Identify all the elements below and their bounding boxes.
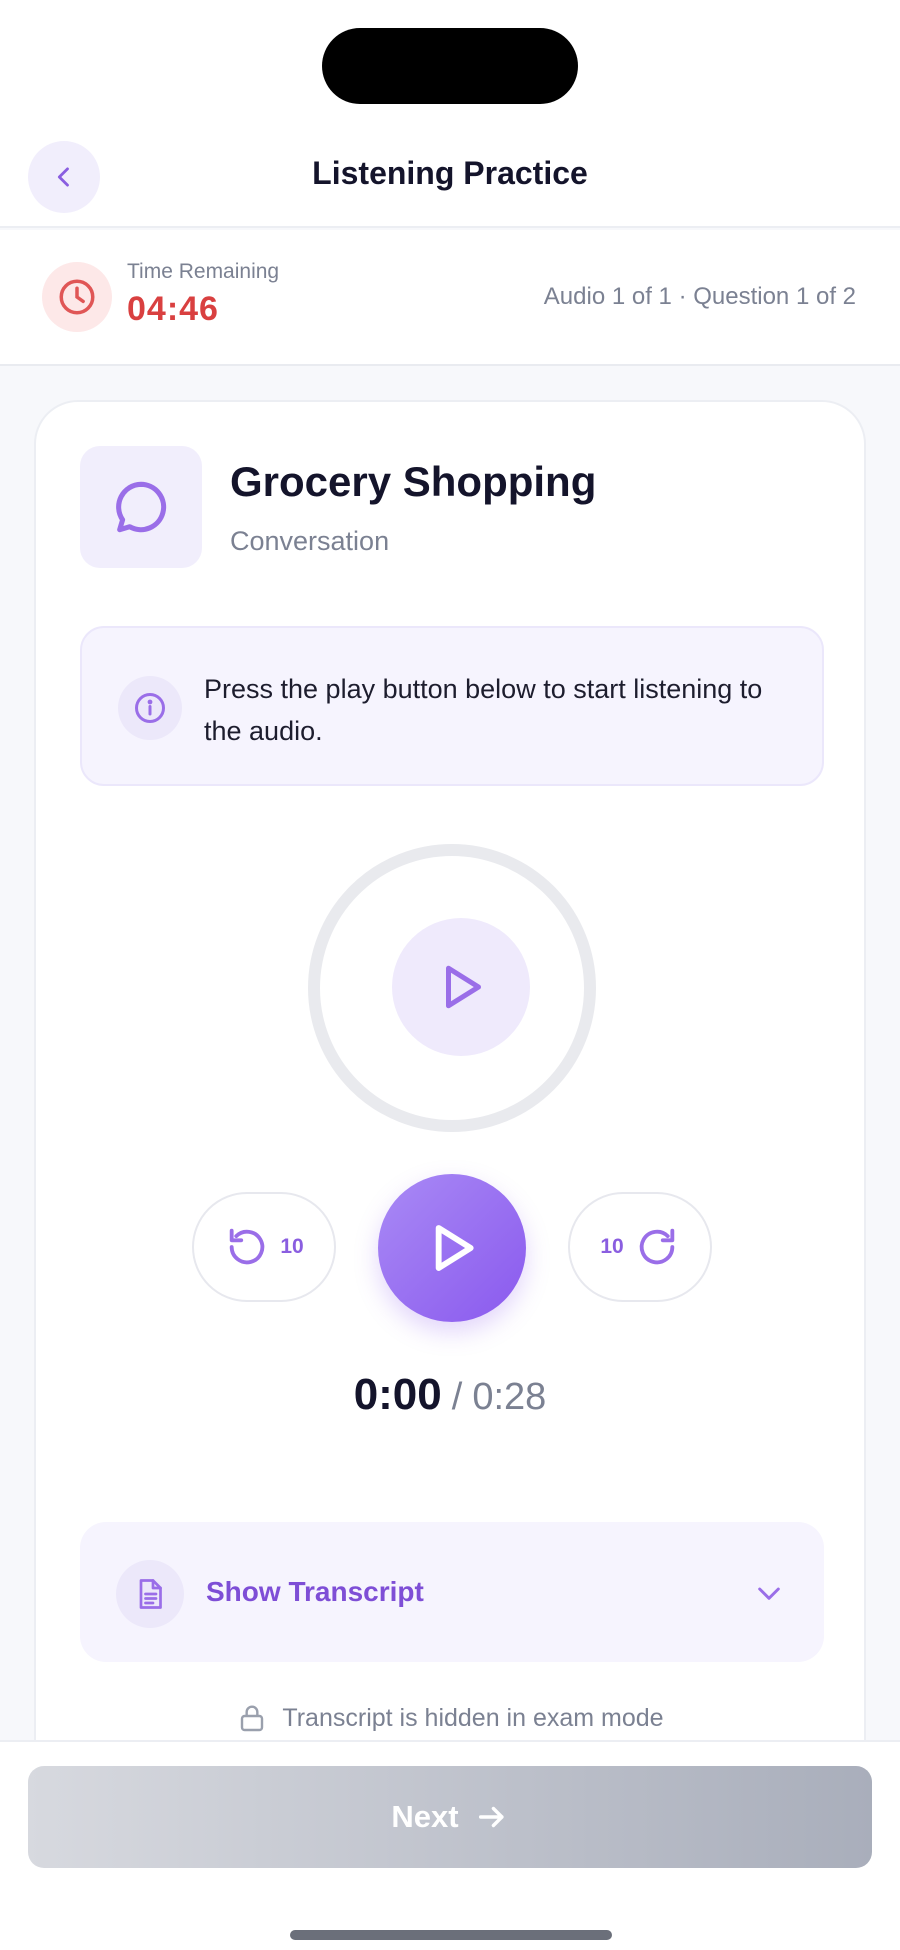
time-separator: / — [451, 1376, 463, 1418]
document-icon — [116, 1560, 184, 1628]
chevron-down-icon — [752, 1576, 786, 1610]
time-display: 0:00/0:28 — [36, 1370, 864, 1420]
audio-progress-ring — [308, 844, 596, 1132]
forward-label: 10 — [600, 1235, 624, 1258]
next-button[interactable]: Next — [28, 1766, 872, 1868]
page-title: Listening Practice — [312, 155, 588, 191]
next-label: Next — [391, 1799, 459, 1834]
current-time: 0:00 — [353, 1370, 442, 1419]
chat-bubble-icon — [80, 446, 202, 568]
play-icon — [435, 1225, 474, 1271]
rewind-10-button[interactable]: 10 — [192, 1192, 336, 1302]
audio-card: Grocery Shopping Conversation Press the … — [34, 400, 866, 1950]
instruction-box: Press the play button below to start lis… — [80, 626, 824, 786]
lock-icon — [241, 1705, 264, 1732]
topic-subtitle: Conversation — [230, 526, 390, 556]
forward-10-button[interactable]: 10 — [568, 1192, 712, 1302]
instruction-text: Press the play button below to start lis… — [204, 674, 763, 746]
show-transcript-toggle[interactable]: Show Transcript — [80, 1522, 824, 1662]
question-progress: Audio 1 of 1 · Question 1 of 2 — [543, 283, 856, 310]
forward-icon — [639, 1228, 674, 1265]
arrow-right-icon — [478, 1806, 504, 1828]
rewind-icon — [230, 1228, 265, 1265]
transcript-note-text: Transcript is hidden in exam mode — [282, 1703, 664, 1732]
clock-icon — [42, 262, 112, 332]
timer-label: Time Remaining — [127, 260, 280, 283]
info-icon — [118, 676, 182, 740]
transcript-label: Show Transcript — [206, 1576, 424, 1607]
topic-title: Grocery Shopping — [230, 458, 597, 505]
transcript-hidden-note: Transcript is hidden in exam mode — [36, 1702, 864, 1734]
rewind-label: 10 — [280, 1235, 304, 1258]
play-button[interactable] — [378, 1174, 526, 1322]
timer-value: 04:46 — [127, 290, 219, 328]
timer-bar: Time Remaining 04:46 Audio 1 of 1 · Ques… — [0, 230, 900, 366]
total-time: 0:28 — [472, 1376, 547, 1418]
ring-play-button[interactable] — [392, 918, 530, 1056]
play-icon — [446, 965, 481, 1009]
footer: Next — [0, 1740, 900, 1950]
top-bar: Listening Practice — [0, 0, 900, 228]
home-indicator — [290, 1930, 612, 1940]
dynamic-island — [322, 28, 578, 104]
